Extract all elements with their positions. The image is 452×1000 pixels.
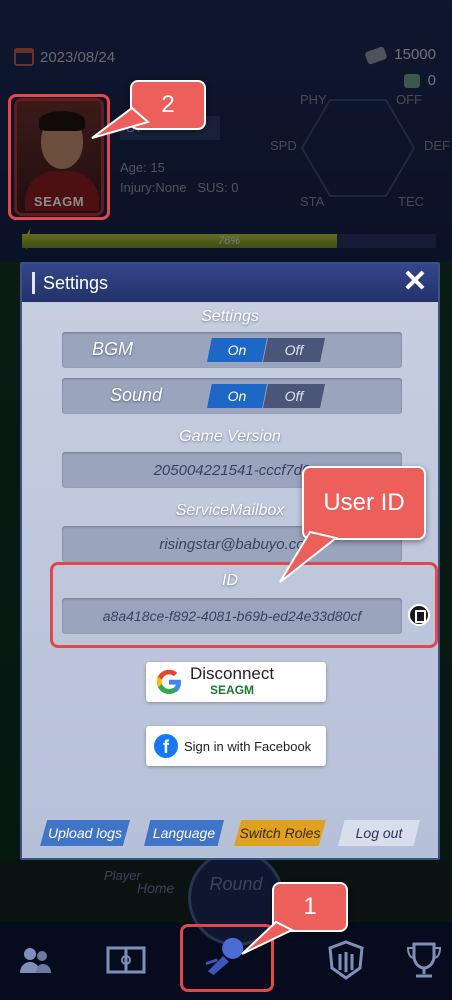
- language-button[interactable]: Language: [144, 820, 224, 846]
- club-badge-icon: [328, 940, 364, 980]
- google-button-text: Disconnect SEAGM: [190, 664, 275, 698]
- nav-club-icon[interactable]: [324, 940, 368, 980]
- google-button-line1: Disconnect: [190, 664, 275, 683]
- settings-section-title: Settings: [201, 308, 259, 325]
- header-accent: [32, 272, 35, 294]
- bgm-off-option[interactable]: Off: [263, 338, 325, 362]
- facebook-button-text: Sign in with Facebook: [184, 738, 312, 754]
- nav-trophy-icon[interactable]: [402, 940, 446, 980]
- user-id-highlight: [50, 562, 438, 648]
- pitch-icon: [106, 946, 146, 974]
- facebook-icon: f: [154, 734, 178, 758]
- sound-label: Sound: [110, 385, 163, 405]
- facebook-signin-button[interactable]: f Sign in with Facebook: [146, 726, 326, 766]
- switch-roles-button[interactable]: Switch Roles: [234, 820, 326, 846]
- bgm-on-option[interactable]: On: [207, 338, 267, 362]
- sound-off-option[interactable]: Off: [263, 384, 325, 408]
- settings-title: Settings: [43, 272, 109, 293]
- close-icon[interactable]: ✕: [400, 267, 430, 298]
- google-icon: [156, 669, 181, 694]
- nav-team-icon[interactable]: [14, 940, 58, 980]
- team-icon: [20, 948, 51, 973]
- callout-step-2-pointer: [91, 106, 151, 139]
- sound-on-option[interactable]: On: [207, 384, 267, 408]
- google-disconnect-button[interactable]: Disconnect SEAGM: [146, 662, 326, 702]
- callout-user-id-pointer: [279, 530, 339, 583]
- bgm-label: BGM: [92, 339, 134, 359]
- game-version-title: Game Version: [179, 428, 281, 445]
- sound-toggle[interactable]: On Off: [207, 384, 333, 408]
- callout-step-1-pointer: [241, 920, 295, 955]
- google-button-line2: SEAGM: [210, 683, 255, 697]
- trophy-icon: [406, 942, 442, 978]
- settings-header: Settings: [22, 264, 438, 302]
- bgm-toggle[interactable]: On Off: [207, 338, 333, 362]
- nav-field-icon[interactable]: [104, 940, 148, 980]
- log-out-button[interactable]: Log out: [338, 820, 420, 846]
- settings-dialog: Settings ✕ Settings BGM On Off Sound On …: [20, 262, 440, 860]
- upload-logs-button[interactable]: Upload logs: [40, 820, 130, 846]
